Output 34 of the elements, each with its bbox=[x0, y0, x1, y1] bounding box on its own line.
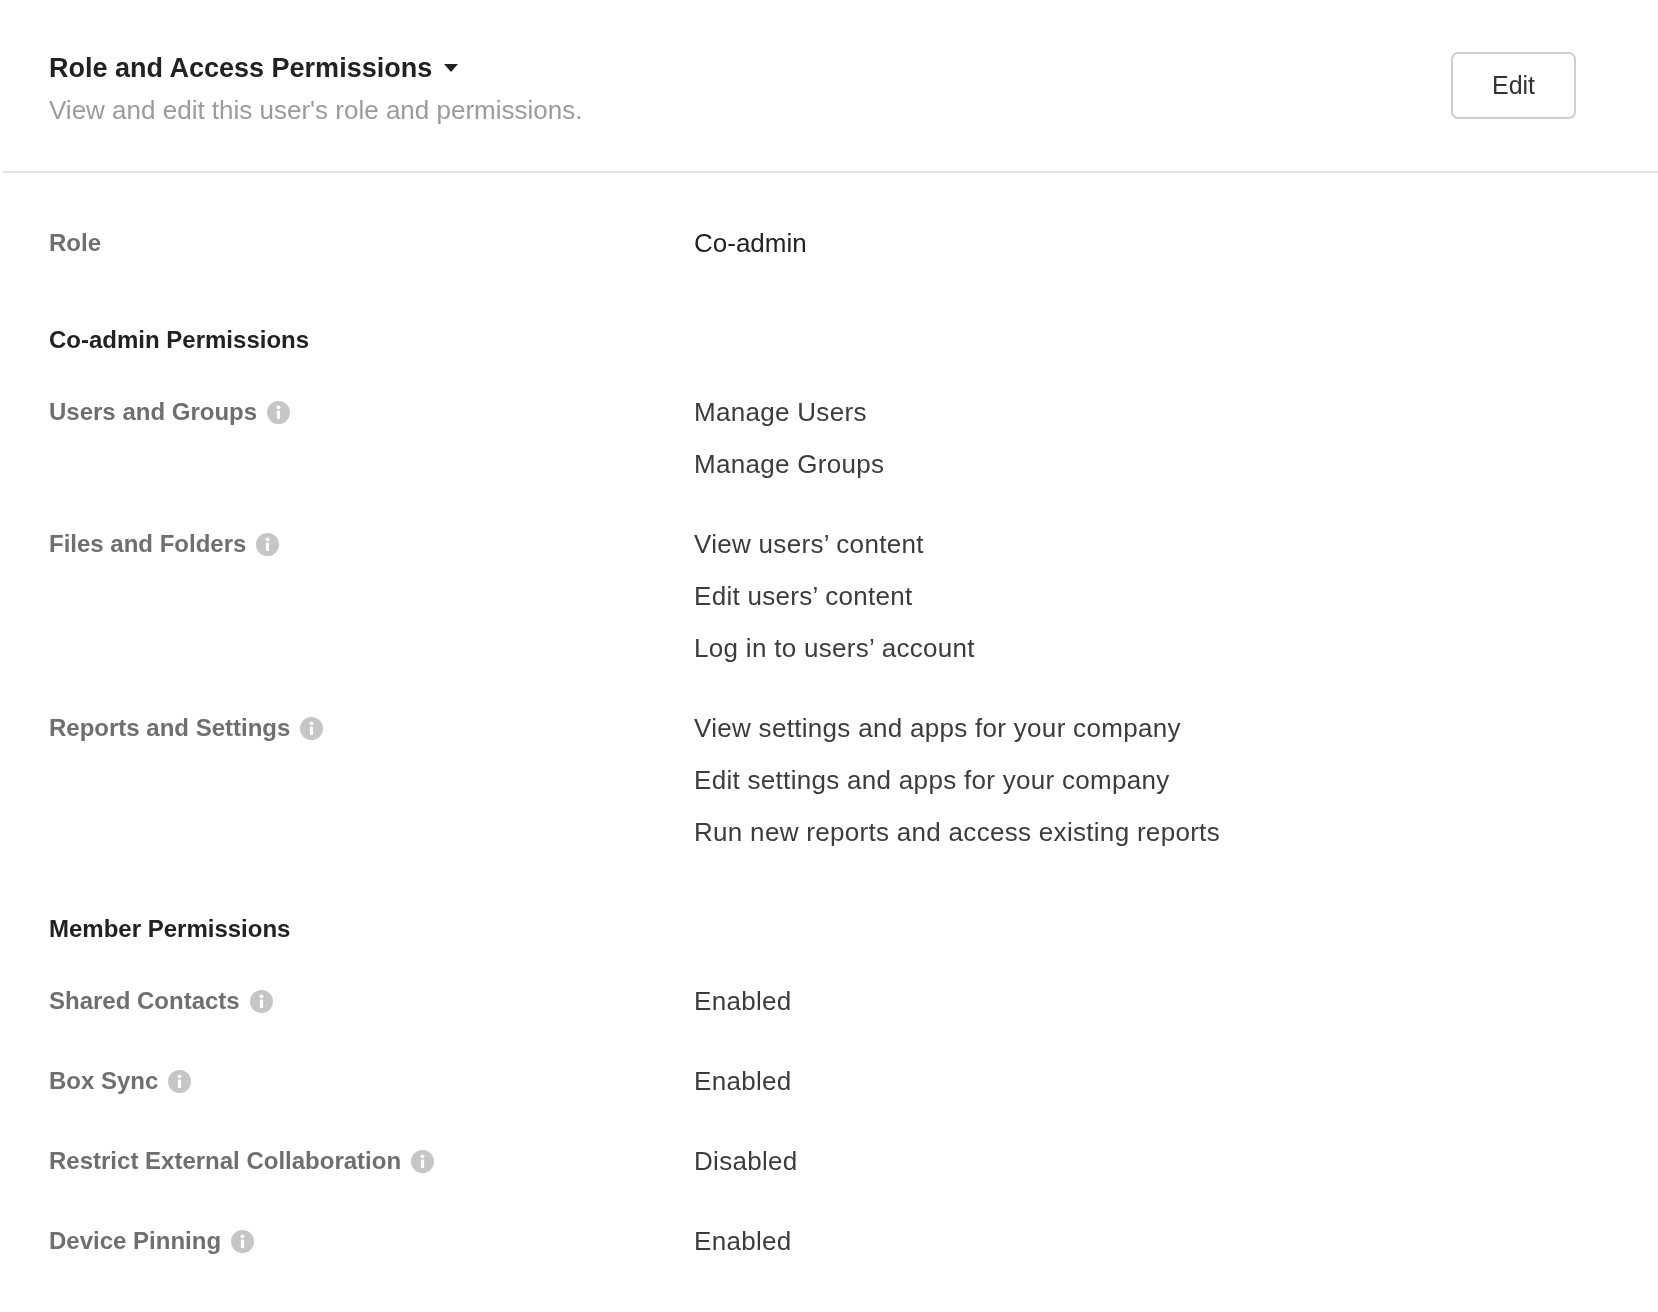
permission-value: Enabled bbox=[694, 1065, 792, 1097]
permission-value: Edit settings and apps for your company bbox=[694, 764, 1170, 796]
info-icon[interactable] bbox=[168, 1069, 192, 1093]
permission-value: View settings and apps for your company bbox=[694, 712, 1181, 744]
caret-icon[interactable] bbox=[444, 64, 459, 72]
permission-value: Run new reports and access existing reports bbox=[694, 816, 1220, 848]
field-value: Co-admin bbox=[694, 227, 807, 259]
info-icon[interactable] bbox=[411, 1149, 435, 1173]
info-icon[interactable] bbox=[231, 1229, 255, 1253]
field-label: Role bbox=[49, 228, 101, 258]
permission-value: Enabled bbox=[694, 1225, 792, 1257]
permission-value: View users’ content bbox=[694, 528, 924, 560]
section-heading: Co-admin Permissions bbox=[49, 325, 310, 355]
permission-label: Reports and Settings bbox=[49, 713, 291, 743]
info-icon[interactable] bbox=[249, 989, 273, 1013]
permission-value: Edit users’ content bbox=[694, 580, 913, 612]
section-heading: Member Permissions bbox=[49, 914, 291, 944]
permission-value: Manage Groups bbox=[694, 448, 885, 480]
permission-label: Restrict External Collaboration bbox=[49, 1146, 402, 1176]
edit-button[interactable]: Edit bbox=[1451, 52, 1576, 119]
permission-label: Users and Groups bbox=[49, 397, 258, 427]
permission-value: Log in to users’ account bbox=[694, 632, 975, 664]
info-icon[interactable] bbox=[267, 400, 291, 424]
permission-value: Manage Users bbox=[694, 396, 867, 428]
permission-value: Disabled bbox=[694, 1145, 798, 1177]
permission-label: Files and Folders bbox=[49, 529, 247, 559]
permission-value: Enabled bbox=[694, 985, 792, 1017]
panel-description: View and edit this user's role and permissions. bbox=[49, 95, 583, 125]
permission-label: Box Sync bbox=[49, 1066, 159, 1096]
info-icon[interactable] bbox=[300, 716, 324, 740]
info-icon[interactable] bbox=[256, 532, 280, 556]
permission-label: Shared Contacts bbox=[49, 986, 240, 1016]
panel-title: Role and Access Permissions bbox=[49, 52, 433, 85]
permission-label: Device Pinning bbox=[49, 1226, 222, 1256]
